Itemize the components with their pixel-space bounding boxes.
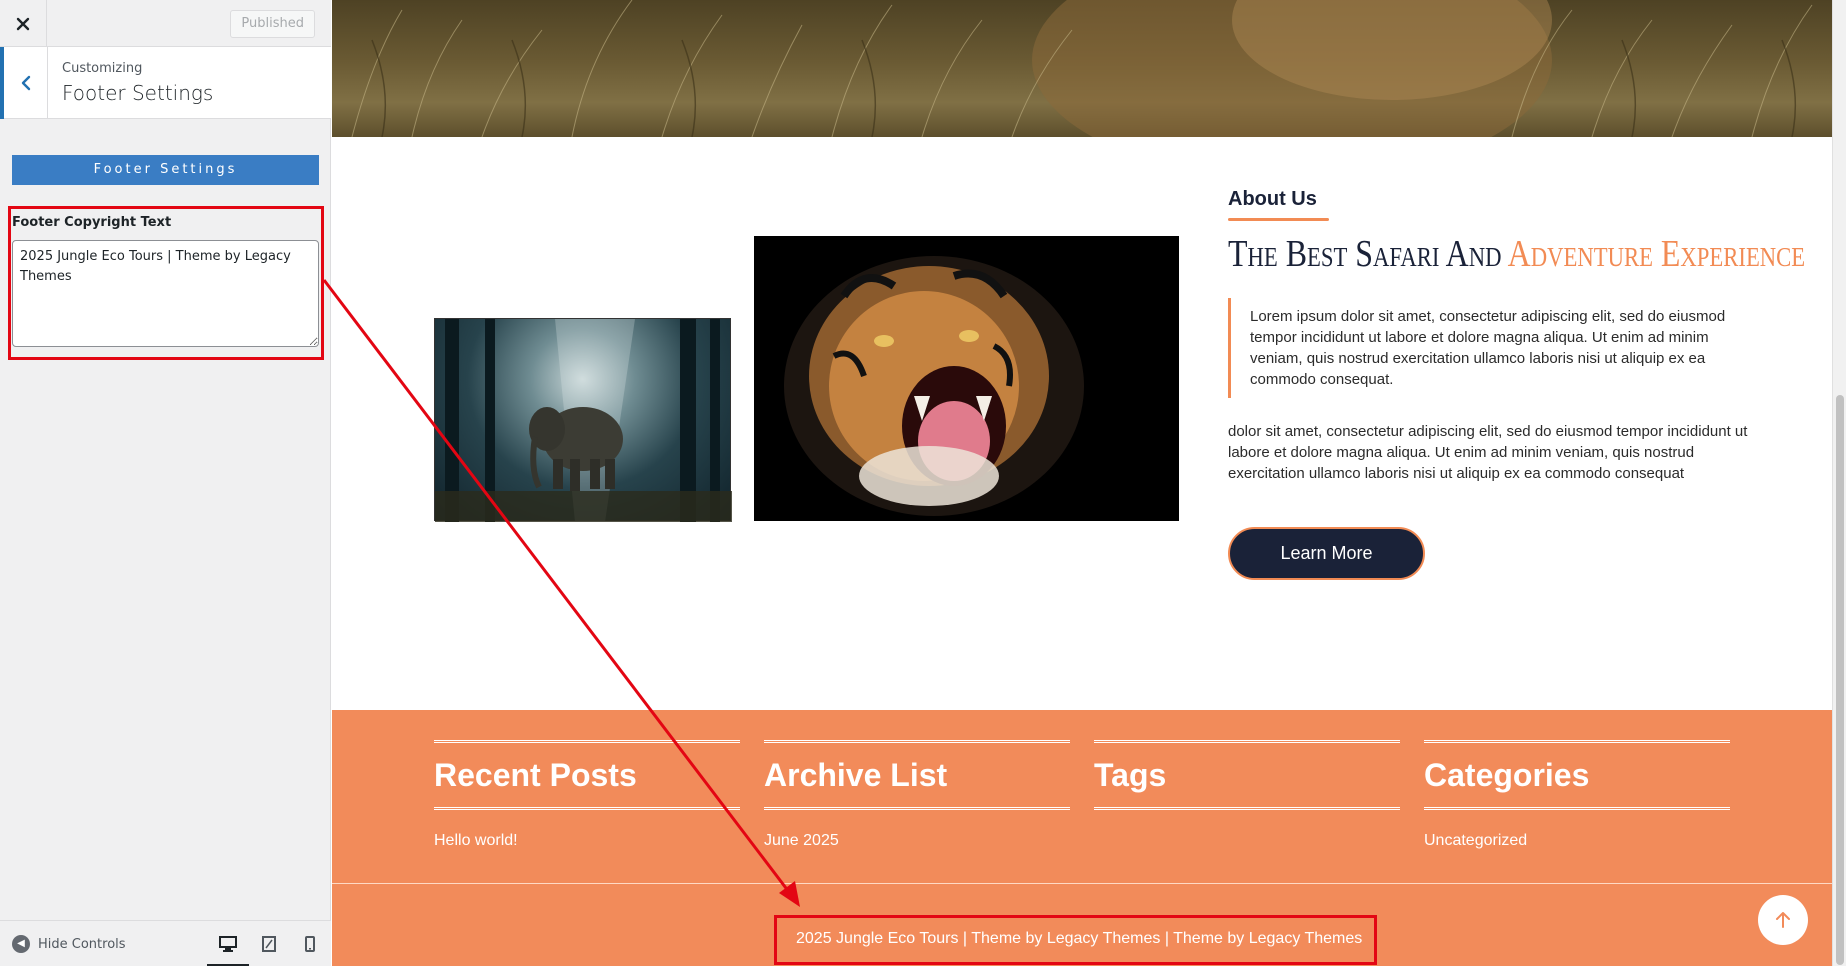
widget-divider: [1424, 807, 1730, 810]
heading-underline: [1228, 218, 1329, 221]
preview-scrollbar[interactable]: [1832, 0, 1846, 966]
tablet-icon: [262, 936, 276, 952]
footer-copyright-text: 2025 Jungle Eco Tours | Theme by Legacy …: [796, 930, 1363, 947]
widget-archive-list: Archive List June 2025: [764, 740, 1070, 850]
section-header: Customizing Footer Settings: [0, 47, 331, 119]
published-button[interactable]: Published: [230, 10, 315, 38]
widget-link[interactable]: Hello world!: [434, 832, 740, 850]
footer-settings-button[interactable]: Footer Settings: [12, 155, 319, 185]
about-title: The Best Safari And Adventure Experience: [1228, 232, 1805, 276]
about-heading: About Us: [1228, 188, 1317, 210]
widget-divider: [434, 807, 740, 810]
widget-title: Recent Posts: [434, 757, 637, 793]
collapse-icon: ◀: [12, 935, 30, 953]
widget-title: Archive List: [764, 757, 948, 793]
footer-bottom-bar: 2025 Jungle Eco Tours | Theme by Legacy …: [332, 883, 1832, 966]
hide-controls-label: Hide Controls: [38, 936, 126, 952]
widget-divider: [1094, 807, 1400, 810]
mobile-icon: [305, 936, 315, 952]
widget-title: Categories: [1424, 757, 1590, 793]
desktop-icon: [219, 936, 237, 952]
customizing-label: Customizing: [62, 61, 143, 76]
arrow-up-icon: [1776, 912, 1790, 928]
copyright-textarea[interactable]: [12, 240, 319, 347]
customizer-sidebar: Published Customizing Footer Settings Fo…: [0, 0, 331, 966]
hero-lion-image: [332, 0, 1832, 137]
scrollbar-thumb[interactable]: [1836, 395, 1844, 965]
widget-link[interactable]: June 2025: [764, 832, 1070, 850]
widget-recent-posts: Recent Posts Hello world!: [434, 740, 740, 850]
close-button[interactable]: [0, 0, 47, 47]
widget-divider: [764, 807, 1070, 810]
footer-widgets: Recent Posts Hello world! Archive List J…: [332, 710, 1832, 883]
close-icon: [16, 17, 30, 30]
site-preview: About Us The Best Safari And Adventure E…: [332, 0, 1832, 966]
customizer-footer: ◀ Hide Controls: [0, 920, 331, 966]
elephant-image: [434, 318, 732, 522]
about-quote: Lorem ipsum dolor sit amet, consectetur …: [1250, 308, 1726, 388]
section-title: Footer Settings: [62, 81, 214, 105]
chevron-left-icon: [21, 75, 30, 91]
tiger-image: [754, 236, 1179, 521]
scroll-to-top-button[interactable]: [1758, 895, 1808, 945]
learn-more-button[interactable]: Learn More: [1228, 527, 1425, 580]
hide-controls-button[interactable]: ◀ Hide Controls: [12, 935, 126, 953]
tablet-preview-button[interactable]: [258, 933, 280, 955]
about-title-main: The Best Safari And: [1228, 233, 1508, 275]
copyright-field-label: Footer Copyright Text: [12, 215, 172, 230]
desktop-preview-button[interactable]: [217, 933, 239, 955]
customizer-header: Published: [0, 0, 331, 47]
widget-title: Tags: [1094, 757, 1167, 793]
widget-tags: Tags: [1094, 740, 1400, 832]
about-body: dolor sit amet, consectetur adipiscing e…: [1228, 423, 1748, 482]
widget-link[interactable]: Uncategorized: [1424, 832, 1730, 850]
back-button[interactable]: [0, 47, 48, 119]
grass-texture: [351, 0, 1813, 137]
about-title-accent: Adventure Experience: [1507, 233, 1806, 275]
widget-categories: Categories Uncategorized: [1424, 740, 1730, 850]
mobile-preview-button[interactable]: [299, 933, 321, 955]
quote-accent-bar: [1228, 298, 1231, 398]
